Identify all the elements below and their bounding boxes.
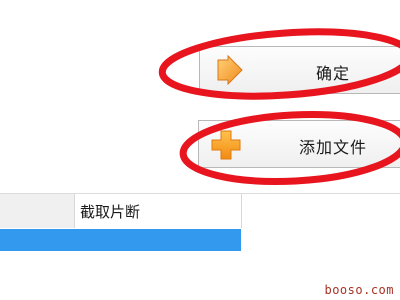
column-header-clip[interactable]: 截取片断 (75, 194, 242, 228)
table-row-selected[interactable] (0, 229, 241, 251)
confirm-button[interactable]: 确定 (199, 46, 400, 94)
column-header-clip-label: 截取片断 (80, 203, 141, 221)
plus-icon (209, 128, 243, 162)
watermark: booso.com (324, 283, 394, 297)
confirm-button-label: 确定 (316, 64, 351, 83)
arrow-right-icon (212, 53, 246, 87)
add-file-button[interactable]: 添加文件 (198, 120, 400, 168)
column-header-first[interactable] (0, 194, 75, 228)
table-header: 截取片断 (0, 193, 400, 228)
add-file-button-label: 添加文件 (299, 138, 368, 157)
